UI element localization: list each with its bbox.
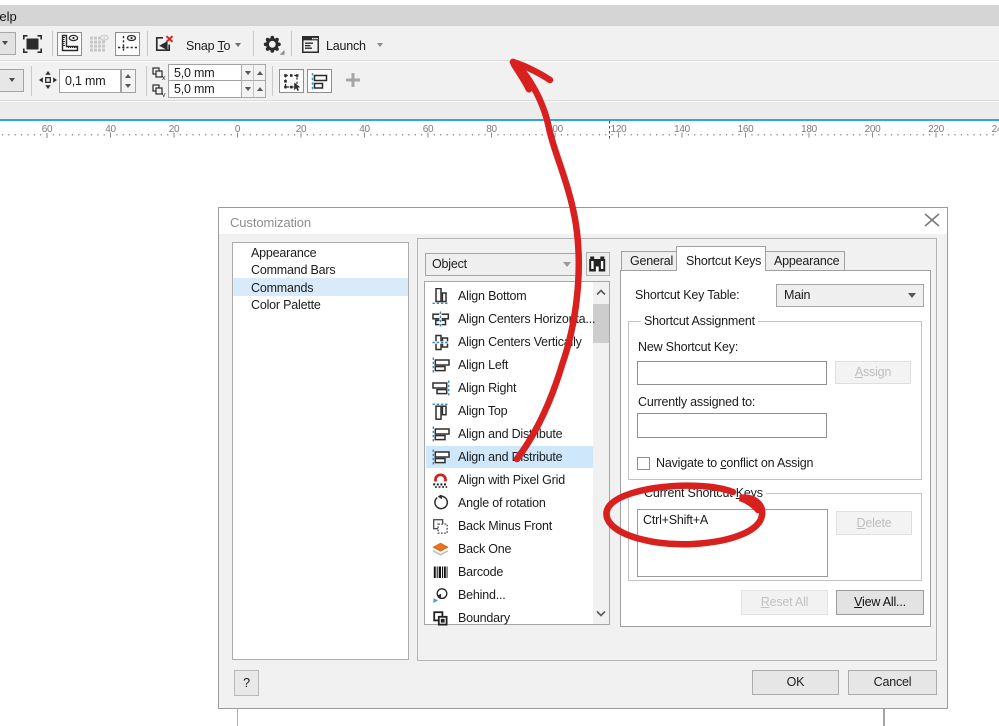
svg-text:x: x [162, 75, 166, 80]
svg-text:y: y [162, 92, 166, 97]
svg-text:240: 240 [992, 124, 999, 135]
